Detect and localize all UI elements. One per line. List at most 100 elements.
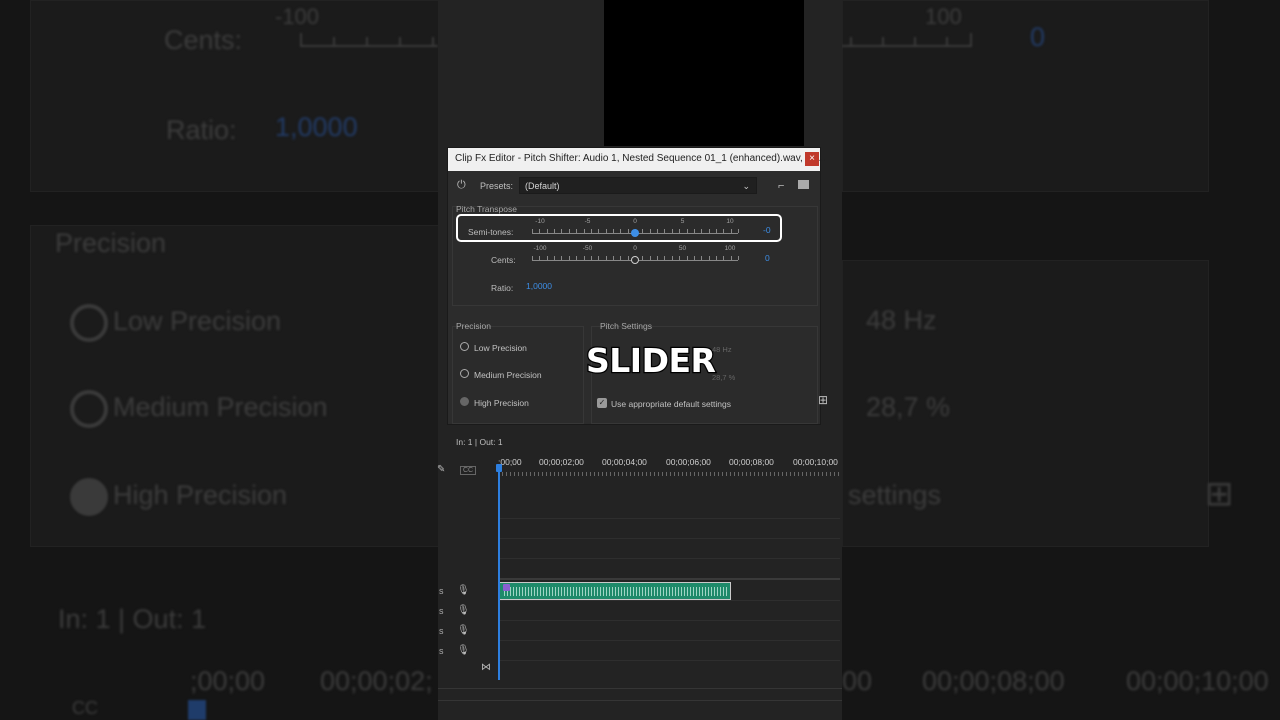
ruler-tick xyxy=(766,472,767,476)
cc-icon[interactable]: CC xyxy=(460,466,477,475)
ruler-tick xyxy=(730,472,731,476)
radio-low-precision[interactable] xyxy=(460,342,469,351)
ruler-tick xyxy=(590,472,591,476)
slider-tick xyxy=(738,256,739,260)
mic-icon[interactable]: 🎙 xyxy=(457,645,470,656)
ruler-tick xyxy=(558,472,559,476)
ruler-tick xyxy=(682,472,683,476)
track-divider xyxy=(498,558,840,559)
slider-tick xyxy=(568,256,570,260)
bg-tc4: 00;00;08;00 xyxy=(922,666,1065,696)
mic-icon[interactable]: 🎙 xyxy=(457,585,470,596)
timecode-2: 00;00;04;00 xyxy=(602,457,647,467)
medium-precision-label: Medium Precision xyxy=(474,370,542,380)
bg-tc5: 00;00;10;00 xyxy=(1126,666,1269,696)
close-button[interactable]: × xyxy=(805,152,819,166)
timeline-ruler[interactable] xyxy=(498,470,840,476)
ruler-tick xyxy=(634,472,635,476)
track-divider xyxy=(438,688,842,689)
ruler-tick xyxy=(646,472,647,476)
track-divider xyxy=(498,640,840,641)
settings-panel-icon[interactable]: ⊞ xyxy=(818,393,828,407)
slider-tick xyxy=(605,256,607,260)
track-divider xyxy=(498,600,840,601)
playhead[interactable] xyxy=(498,466,500,680)
ruler-tick xyxy=(690,472,691,476)
ruler-tick xyxy=(694,472,695,476)
preset-save-icon[interactable]: ⌐ xyxy=(778,180,784,192)
ruler-tick xyxy=(582,472,583,476)
radio-medium-precision[interactable] xyxy=(460,369,469,378)
bg-ratio-label: Ratio: xyxy=(166,115,237,145)
bg-settings: settings xyxy=(848,480,942,510)
ruler-tick xyxy=(790,472,791,476)
audio-clip[interactable] xyxy=(499,582,731,600)
bg-tc1: ;00;00 xyxy=(190,666,266,696)
ruler-tick xyxy=(510,472,511,476)
in-out-label: In: 1 | Out: 1 xyxy=(456,437,503,447)
cents-slider[interactable]: -100 -50 0 50 100 xyxy=(532,245,739,264)
ruler-tick xyxy=(506,472,507,476)
dialog-titlebar[interactable]: Clip Fx Editor - Pitch Shifter: Audio 1,… xyxy=(448,148,826,171)
bg-playhead xyxy=(188,700,206,720)
power-icon[interactable]: ⏻ xyxy=(457,179,466,192)
ruler-tick xyxy=(546,472,547,476)
ruler-tick xyxy=(674,472,675,476)
presets-value: (Default) xyxy=(525,181,560,191)
ruler-tick xyxy=(550,472,551,476)
track-divider xyxy=(438,700,842,701)
ruler-tick xyxy=(794,472,795,476)
ruler-tick xyxy=(670,472,671,476)
ruler-tick xyxy=(798,472,799,476)
ruler-tick xyxy=(594,472,595,476)
radio-high-precision[interactable] xyxy=(460,397,469,406)
slider-tick xyxy=(598,256,600,260)
ruler-tick xyxy=(746,472,747,476)
fx-badge-icon xyxy=(503,584,510,591)
slider-scale-label: -100 xyxy=(533,245,547,252)
ruler-tick xyxy=(658,472,659,476)
bg-radio-high xyxy=(70,478,108,516)
bg-panel-top-right xyxy=(842,0,1209,192)
slider-tick xyxy=(554,256,556,260)
ruler-tick xyxy=(770,472,771,476)
ruler-tick xyxy=(666,472,667,476)
mic-icon[interactable]: 🎙 xyxy=(457,605,470,616)
slider-tick xyxy=(583,256,585,260)
timecode-4: 00;00;08;00 xyxy=(729,457,774,467)
presets-dropdown[interactable]: (Default) ⌄ xyxy=(519,177,757,194)
ruler-tick xyxy=(502,472,503,476)
track-end-icon[interactable]: ⋈ xyxy=(481,662,491,673)
ruler-tick xyxy=(698,472,699,476)
slider-tick xyxy=(532,256,533,260)
mic-icon[interactable]: 🎙 xyxy=(457,625,470,636)
chevron-down-icon: ⌄ xyxy=(742,181,750,191)
caption-text: SLIDER xyxy=(585,340,717,382)
ruler-tick xyxy=(734,472,735,476)
slider-scale-label: 50 xyxy=(678,245,687,252)
ruler-tick xyxy=(570,472,571,476)
ruler-tick xyxy=(554,472,555,476)
playhead-handle[interactable] xyxy=(496,464,502,472)
ruler-tick xyxy=(702,472,703,476)
bg-cents-label: Cents: xyxy=(164,25,243,55)
wrench-icon[interactable]: ✎ xyxy=(437,464,445,475)
ruler-tick xyxy=(622,472,623,476)
bg-tc2: 00;00;02; xyxy=(320,666,433,696)
bg-precision-label: Precision xyxy=(55,228,167,258)
track-divider xyxy=(498,518,840,519)
timecode-5: 00;00;10;00 xyxy=(793,457,838,467)
slider-knob[interactable] xyxy=(631,256,639,264)
ruler-tick xyxy=(822,472,823,476)
bg-scale-right: 100 xyxy=(925,4,962,29)
timecode-3: 00;00;06;00 xyxy=(666,457,711,467)
presets-label: Presets: xyxy=(480,181,514,191)
cents-value[interactable]: 0 xyxy=(765,253,770,263)
default-settings-checkbox[interactable]: ✓ xyxy=(597,398,607,408)
preset-delete-icon[interactable] xyxy=(798,180,809,189)
slider-tick xyxy=(561,256,563,260)
low-precision-label: Low Precision xyxy=(474,343,527,353)
slider-tick xyxy=(590,256,592,260)
slider-tick xyxy=(671,256,673,260)
bg-radio-medium xyxy=(70,390,108,428)
